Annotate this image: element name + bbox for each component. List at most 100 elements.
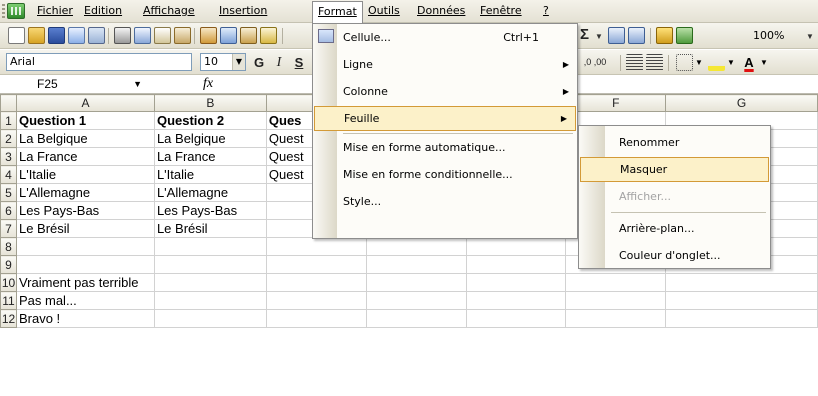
menu-item-feuille[interactable]: Feuille ▶ [314,106,576,131]
submenu-item-renommer[interactable]: Renommer [579,129,770,156]
menu-item-mise-en-forme-cond[interactable]: Mise en forme conditionnelle... [313,161,577,188]
autosum-icon[interactable]: Σ [580,26,589,43]
italic-button[interactable]: I [270,54,288,71]
menu-help[interactable]: ? [543,0,549,22]
underline-button[interactable]: S [290,54,308,71]
sort-descending-icon[interactable] [628,27,645,44]
column-header-a[interactable]: A [15,94,155,112]
borders-dropdown-icon[interactable]: ▼ [695,58,703,67]
permission-icon[interactable] [68,27,85,44]
column-header-f[interactable]: F [565,94,667,112]
submenu-item-arriere-plan[interactable]: Arrière-plan... [579,215,770,242]
cell-b[interactable]: Les Pays-Bas [153,201,267,220]
row-header[interactable]: 9 [0,255,17,274]
cell-g[interactable] [665,291,818,310]
cell-b[interactable]: L'Italie [153,165,267,184]
sort-ascending-icon[interactable] [608,27,625,44]
cell-a[interactable]: La France [15,147,155,166]
cell-e[interactable] [465,273,567,292]
cell-a[interactable]: Vraiment pas terrible [15,273,155,292]
cell-b[interactable] [153,237,267,256]
cell-c[interactable] [265,309,367,328]
cell-g[interactable] [665,273,818,292]
menu-format[interactable]: Format [312,1,363,23]
cell-b[interactable]: La Belgique [153,129,267,148]
fill-color-icon[interactable] [708,54,725,71]
drawing-icon[interactable] [676,27,693,44]
menu-item-mise-en-forme-auto[interactable]: Mise en forme automatique... [313,134,577,161]
cell-a[interactable]: La Belgique [15,129,155,148]
cell-c[interactable] [265,255,367,274]
cell-e[interactable] [465,237,567,256]
row-header[interactable]: 10 [0,273,17,292]
select-all-corner[interactable] [0,94,17,112]
save-icon[interactable] [48,27,65,44]
toolbar-grip[interactable] [2,4,5,19]
menu-fichier[interactable]: Fichier [37,0,73,22]
menu-fenetre[interactable]: Fenêtre [480,0,522,22]
copy-icon[interactable] [220,27,237,44]
chevron-down-icon[interactable]: ▼ [232,54,245,70]
zoom-combo[interactable]: 100% [753,29,784,42]
column-header-b[interactable]: B [153,94,267,112]
cell-c[interactable] [265,237,367,256]
menu-item-cellule[interactable]: Cellule... Ctrl+1 [313,24,577,51]
cell-d[interactable] [365,255,467,274]
open-folder-icon[interactable] [28,27,45,44]
cell-b[interactable]: L'Allemagne [153,183,267,202]
cell-a[interactable] [15,255,155,274]
cell-a[interactable]: Question 1 [15,111,155,130]
cell-b[interactable] [153,255,267,274]
research-icon[interactable] [174,27,191,44]
cut-icon[interactable] [200,27,217,44]
cell-a[interactable]: Les Pays-Bas [15,201,155,220]
row-header[interactable]: 12 [0,309,17,328]
cell-c[interactable] [265,291,367,310]
cell-g[interactable] [665,309,818,328]
cell-a[interactable]: L'Italie [15,165,155,184]
cell-a[interactable] [15,237,155,256]
menu-edition[interactable]: Edition [84,0,122,22]
cell-b[interactable] [153,273,267,292]
cell-d[interactable] [365,291,467,310]
row-header[interactable]: 4 [0,165,17,184]
fill-color-dropdown-icon[interactable]: ▼ [727,58,735,67]
decrease-indent-icon[interactable] [626,54,643,71]
row-header[interactable]: 7 [0,219,17,238]
cell-e[interactable] [465,309,567,328]
cell-e[interactable] [465,291,567,310]
font-color-button[interactable]: A [740,54,758,71]
submenu-item-masquer[interactable]: Masquer [580,157,769,182]
spelling-icon[interactable] [154,27,171,44]
cell-b[interactable] [153,309,267,328]
bold-button[interactable]: G [250,54,268,71]
cell-e[interactable] [465,255,567,274]
row-header[interactable]: 11 [0,291,17,310]
cell-f[interactable] [565,291,667,310]
insert-function-icon[interactable]: fx [203,76,213,92]
increase-indent-icon[interactable] [646,54,663,71]
cell-b[interactable] [153,291,267,310]
row-header[interactable]: 6 [0,201,17,220]
paste-icon[interactable] [240,27,257,44]
cell-c[interactable] [265,273,367,292]
row-header[interactable]: 8 [0,237,17,256]
cell-b[interactable]: La France [153,147,267,166]
font-size-combo[interactable]: 10 ▼ [200,53,246,71]
print-preview-icon[interactable] [134,27,151,44]
row-header[interactable]: 2 [0,129,17,148]
zoom-dropdown-icon[interactable]: ▼ [806,32,814,41]
cell-d[interactable] [365,237,467,256]
excel-app-icon[interactable] [7,3,25,19]
name-box[interactable]: F25 ▼ [18,76,146,93]
print-icon[interactable] [114,27,131,44]
menu-item-ligne[interactable]: Ligne ▶ [313,51,577,78]
borders-icon[interactable] [676,54,693,71]
cell-a[interactable]: Le Brésil [15,219,155,238]
menu-item-style[interactable]: Style... [313,188,577,215]
submenu-item-couleur-onglet[interactable]: Couleur d'onglet... [579,242,770,269]
chart-wizard-icon[interactable] [656,27,673,44]
cell-a[interactable]: L'Allemagne [15,183,155,202]
font-color-dropdown-icon[interactable]: ▼ [760,58,768,67]
email-icon[interactable] [88,27,105,44]
